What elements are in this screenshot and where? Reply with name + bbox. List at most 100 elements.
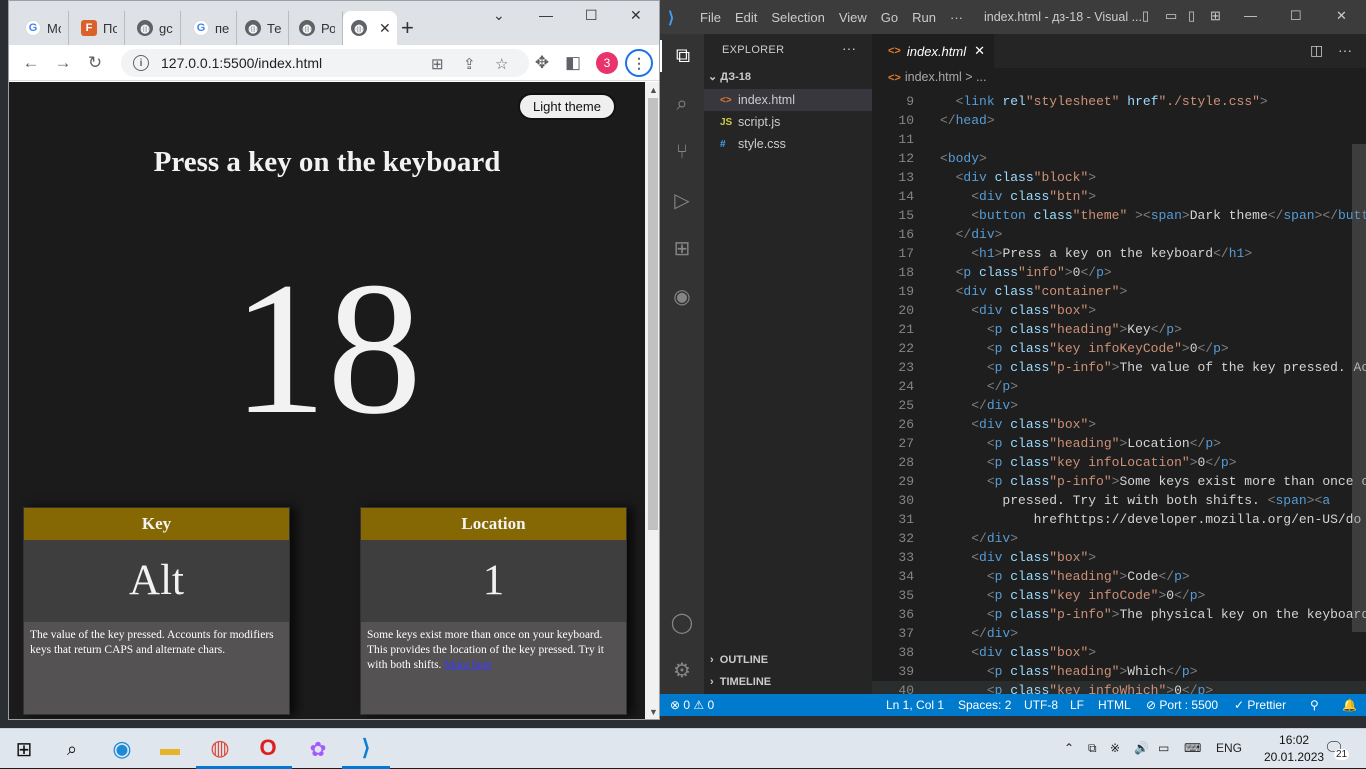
- outline-section[interactable]: › OUTLINE: [710, 654, 768, 666]
- clock[interactable]: 16:02 20.01.2023: [1264, 732, 1324, 766]
- split-editor-icon[interactable]: ◫: [1310, 42, 1323, 59]
- minimize-button[interactable]: —: [1244, 8, 1257, 23]
- browser-tab-2[interactable]: F По: [73, 11, 125, 45]
- toggle-sidebar-icon[interactable]: ▯: [1142, 8, 1149, 24]
- file-style-css[interactable]: # style.css: [704, 133, 872, 155]
- breadcrumb[interactable]: <> index.html > ...: [888, 70, 987, 84]
- menu-run[interactable]: Run: [912, 10, 936, 25]
- code-line[interactable]: 40 <p class"key infoWhich">0</p>: [872, 681, 1366, 694]
- language-mode[interactable]: HTML: [1098, 698, 1131, 712]
- network-icon[interactable]: ▭: [1158, 741, 1169, 755]
- touch-keyboard-icon[interactable]: ⌨: [1184, 741, 1201, 755]
- code-line[interactable]: 13 <div class"block">: [872, 168, 1366, 187]
- prettier-status[interactable]: ✓ Prettier: [1234, 698, 1286, 712]
- code-line[interactable]: 27 <p class"heading">Location</p>: [872, 434, 1366, 453]
- code-line[interactable]: 26 <div class"box">: [872, 415, 1366, 434]
- maximize-button[interactable]: ☐: [1290, 8, 1302, 24]
- code-line[interactable]: 29 <p class"p-info">Some keys exist more…: [872, 472, 1366, 491]
- account-icon[interactable]: ◯: [666, 606, 698, 638]
- code-line[interactable]: 25 </div>: [872, 396, 1366, 415]
- more-here-link[interactable]: More here: [444, 659, 492, 671]
- browser-tab-4[interactable]: Gпе: [185, 11, 237, 45]
- end-of-line[interactable]: LF: [1070, 698, 1084, 712]
- menu-go[interactable]: Go: [881, 10, 898, 25]
- language-indicator[interactable]: ENG: [1216, 741, 1242, 755]
- menu-more[interactable]: ···: [950, 10, 963, 25]
- settings-gear-icon[interactable]: ⚙: [666, 654, 698, 686]
- toggle-panel-icon[interactable]: ▭: [1165, 8, 1177, 24]
- code-line[interactable]: 15 <button class"theme" ><span>Dark them…: [872, 206, 1366, 225]
- start-windows-icon[interactable]: ⊞: [0, 729, 48, 769]
- code-line[interactable]: 12 <body>: [872, 149, 1366, 168]
- menu-file[interactable]: File: [700, 10, 721, 25]
- bookmark-star-icon[interactable]: ☆: [495, 55, 508, 73]
- code-line[interactable]: 9 <link rel"stylesheet" href"./style.css…: [872, 92, 1366, 111]
- notifications-bell-icon[interactable]: 🔔: [1342, 698, 1357, 712]
- close-window-button[interactable]: ✕: [630, 7, 642, 24]
- url-text[interactable]: 127.0.0.1:5500/index.html: [161, 55, 322, 71]
- scroll-thumb[interactable]: [648, 98, 658, 530]
- menu-edit[interactable]: Edit: [735, 10, 757, 25]
- code-line[interactable]: 34 <p class"heading">Code</p>: [872, 567, 1366, 586]
- scroll-down-icon[interactable]: ▼: [649, 707, 658, 717]
- menu-view[interactable]: View: [839, 10, 867, 25]
- code-line[interactable]: 24 </p>: [872, 377, 1366, 396]
- search-icon[interactable]: ⌕: [666, 88, 698, 120]
- chrome-menu-icon[interactable]: ⋮: [625, 49, 653, 77]
- editor-tab-index-html[interactable]: <> index.html ✕: [872, 34, 994, 68]
- code-line[interactable]: 23 <p class"p-info">The value of the key…: [872, 358, 1366, 377]
- run-debug-icon[interactable]: ▷: [666, 184, 698, 216]
- file-index-html[interactable]: <> index.html: [704, 89, 872, 111]
- browser-tab-3[interactable]: ◍ gc: [129, 11, 181, 45]
- new-tab-button[interactable]: +: [401, 15, 414, 41]
- feedback-icon[interactable]: ⚲: [1310, 698, 1319, 712]
- source-control-icon[interactable]: ⑂: [666, 136, 698, 168]
- live-server-port[interactable]: ⊘ Port : 5500: [1146, 698, 1218, 712]
- code-line[interactable]: 19 <div class"container">: [872, 282, 1366, 301]
- problems-indicator[interactable]: ⊗ 0 ⚠ 0: [670, 698, 714, 712]
- minimize-button[interactable]: —: [539, 7, 553, 23]
- chrome-taskbar-icon[interactable]: ◍: [196, 729, 244, 769]
- maximize-button[interactable]: ☐: [585, 7, 598, 24]
- extensions-puzzle-icon[interactable]: ✥: [530, 51, 554, 75]
- code-line[interactable]: 18 <p class"info">0</p>: [872, 263, 1366, 282]
- search-icon[interactable]: ⌕: [48, 729, 96, 769]
- indentation[interactable]: Spaces: 2: [958, 698, 1011, 712]
- code-line[interactable]: 36 <p class"p-info">The physical key on …: [872, 605, 1366, 624]
- side-panel-icon[interactable]: ◧: [561, 51, 585, 75]
- editor-scrollbar[interactable]: [1352, 144, 1366, 632]
- code-line[interactable]: 35 <p class"key infoCode">0</p>: [872, 586, 1366, 605]
- figma-app-icon[interactable]: ✿: [294, 729, 342, 769]
- code-line[interactable]: 37 </div>: [872, 624, 1366, 643]
- timeline-section[interactable]: › TIMELINE: [710, 676, 771, 688]
- menu-selection[interactable]: Selection: [771, 10, 824, 25]
- explorer-files-icon[interactable]: ⧉: [660, 40, 704, 72]
- browser-tab-5[interactable]: ◍ Те: [237, 11, 289, 45]
- edge-devtools-icon[interactable]: ◉: [666, 280, 698, 312]
- file-script-js[interactable]: JS script.js: [704, 111, 872, 133]
- back-arrow-icon[interactable]: ←: [19, 51, 43, 75]
- code-line[interactable]: 39 <p class"heading">Which</p>: [872, 662, 1366, 681]
- code-line[interactable]: 30 pressed. Try it with both shifts. <sp…: [872, 491, 1366, 510]
- code-line[interactable]: 16 </div>: [872, 225, 1366, 244]
- browser-tab-1[interactable]: G Мо: [17, 11, 69, 45]
- code-line[interactable]: 10 </head>: [872, 111, 1366, 130]
- code-line[interactable]: 22 <p class"key infoKeyCode">0</p>: [872, 339, 1366, 358]
- tab-search-chevron-icon[interactable]: ⌄: [493, 7, 505, 24]
- more-actions-icon[interactable]: ···: [842, 40, 856, 56]
- site-info-icon[interactable]: i: [133, 55, 149, 71]
- cursor-position[interactable]: Ln 1, Col 1: [886, 698, 944, 712]
- extensions-icon[interactable]: ⊞: [666, 232, 698, 264]
- code-line[interactable]: 38 <div class"box">: [872, 643, 1366, 662]
- translate-icon[interactable]: ⊞: [431, 55, 444, 73]
- meet-now-icon[interactable]: ⧉: [1088, 741, 1097, 756]
- close-window-button[interactable]: ✕: [1336, 8, 1347, 24]
- code-line[interactable]: 31 hrefhttps://developer.mozilla.org/en-…: [872, 510, 1366, 529]
- reload-icon[interactable]: ↻: [83, 51, 107, 75]
- customize-layout-icon[interactable]: ⊞: [1210, 8, 1221, 24]
- volume-icon[interactable]: 🔊: [1134, 741, 1149, 755]
- code-line[interactable]: 32 </div>: [872, 529, 1366, 548]
- close-tab-icon[interactable]: ✕: [379, 20, 391, 37]
- scroll-up-icon[interactable]: ▲: [649, 85, 658, 95]
- code-line[interactable]: 33 <div class"box">: [872, 548, 1366, 567]
